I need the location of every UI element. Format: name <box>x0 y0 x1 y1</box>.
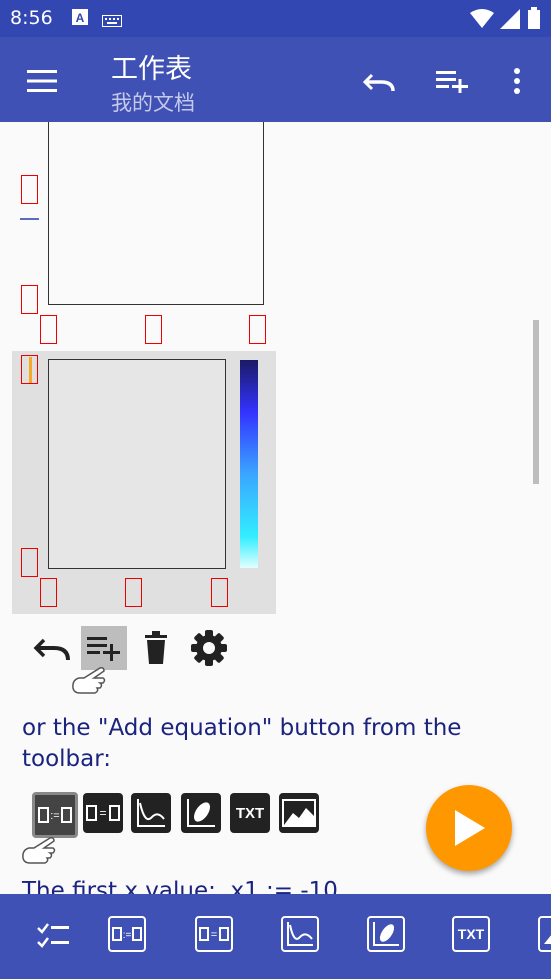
placeholder-box[interactable] <box>40 578 57 607</box>
add-equation-button[interactable] <box>81 626 127 670</box>
worksheet-content[interactable]: or the "Add equation" button from the to… <box>0 122 551 894</box>
plot-block-2[interactable] <box>12 351 276 614</box>
delete-button[interactable] <box>142 630 170 666</box>
insert-text-button[interactable]: TXT <box>452 916 490 952</box>
bottom-toolbar: := = TXT <box>0 894 551 979</box>
wifi-icon <box>470 9 494 33</box>
plot-icon <box>131 793 171 833</box>
instruction-text: or the "Add equation" button from the to… <box>22 715 462 772</box>
more-options-button[interactable] <box>495 59 539 103</box>
placeholder-box[interactable] <box>21 548 38 577</box>
colorbar <box>240 360 258 568</box>
equation-icon: = <box>83 793 123 833</box>
parametric-plot-icon <box>181 793 221 833</box>
plot-icon <box>287 922 313 946</box>
battery-icon <box>528 7 540 33</box>
checklist-icon <box>37 923 69 948</box>
more-vert-icon <box>514 68 520 94</box>
settings-button[interactable] <box>189 628 229 668</box>
undo-icon <box>33 638 70 661</box>
placeholder-box[interactable] <box>125 578 142 607</box>
equation-insert-icon: := <box>32 792 78 838</box>
image-icon <box>279 793 319 833</box>
txt-icon: TXT <box>230 793 270 833</box>
page-title: 工作表 <box>111 54 192 85</box>
placeholder-box[interactable] <box>211 578 228 607</box>
insert-plot-button[interactable] <box>281 916 319 952</box>
svg-text:=: = <box>99 806 106 820</box>
svg-text:A: A <box>76 11 85 25</box>
svg-text:=: = <box>211 929 217 941</box>
status-time: 8:56 <box>10 7 53 29</box>
scrollbar[interactable] <box>533 320 539 484</box>
text-icon: A <box>72 9 88 29</box>
menu-button[interactable] <box>20 59 64 103</box>
playlist-add-icon <box>87 637 120 661</box>
text-cursor <box>29 357 32 383</box>
image-icon <box>544 935 551 944</box>
cursor-underline <box>20 218 39 220</box>
placeholder-box[interactable] <box>21 175 38 204</box>
placeholder-box[interactable] <box>21 285 38 314</box>
page-subtitle: 我的文档 <box>111 91 195 115</box>
tap-hand-icon <box>20 836 60 866</box>
keyboard-icon <box>102 12 122 31</box>
playlist-add-icon <box>436 71 468 93</box>
trash-icon <box>145 631 167 664</box>
txt-icon: TXT <box>457 926 485 942</box>
tap-hand-icon <box>70 666 110 696</box>
insert-equation-button[interactable]: := <box>108 916 146 952</box>
plot-frame-1[interactable] <box>48 122 264 305</box>
status-bar: 8:56 A <box>0 0 551 37</box>
placeholder-box[interactable] <box>145 315 162 344</box>
plot-frame-2[interactable] <box>48 359 226 569</box>
undo-button[interactable] <box>357 59 401 103</box>
menu-icon <box>27 70 57 92</box>
checklist-button[interactable] <box>33 916 73 956</box>
insert-image-button[interactable] <box>538 916 551 952</box>
gear-icon <box>191 630 227 666</box>
undo-button[interactable] <box>32 630 72 668</box>
svg-text::=: := <box>50 810 59 822</box>
equation-icon: = <box>199 927 229 941</box>
play-icon <box>455 810 485 846</box>
equation-insert-icon: := <box>112 927 142 941</box>
placeholder-box[interactable] <box>249 315 266 344</box>
signal-icon <box>500 9 520 33</box>
parametric-plot-icon <box>373 922 399 946</box>
add-equation-button[interactable] <box>430 59 474 103</box>
cut-off-text: The first x value: x1 := -10 <box>22 878 338 894</box>
insert-result-button[interactable]: = <box>195 916 233 952</box>
app-bar: 工作表 我的文档 <box>0 37 551 122</box>
undo-icon <box>363 73 395 91</box>
insert-parametric-plot-button[interactable] <box>367 916 405 952</box>
play-button[interactable] <box>426 785 512 871</box>
svg-text::=: := <box>123 930 132 941</box>
placeholder-box[interactable] <box>40 315 57 344</box>
